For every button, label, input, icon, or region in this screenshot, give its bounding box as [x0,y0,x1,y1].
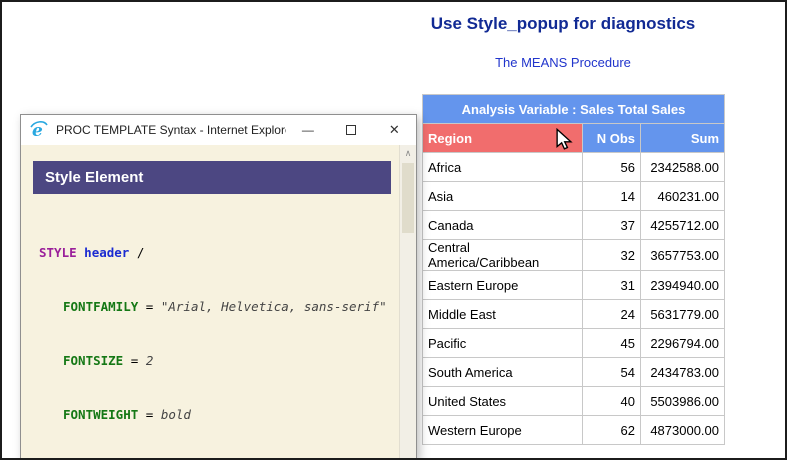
column-header-nobs[interactable]: N Obs [582,123,641,153]
style-keyword: STYLE [39,245,77,260]
table-row: Middle East 24 5631779.00 [422,299,725,329]
attr-name: FONTFAMILY [63,299,139,314]
nobs-cell: 37 [582,210,641,240]
minimize-button[interactable]: — [286,115,329,145]
region-cell: Central America/Caribbean [422,239,583,271]
code-line: STYLE header / [39,244,399,262]
attr-value: "Arial, Helvetica, sans-serif" [160,299,387,314]
code-line: FONTSIZE = 2 [39,352,399,370]
equals-token: = [145,407,154,422]
table-row: Pacific 45 2296794.00 [422,328,725,358]
region-cell: Eastern Europe [422,270,583,300]
popup-content: Style Element STYLE header / FONTFAMILY … [21,145,416,458]
browser-page: Use Style_popup for diagnostics The MEAN… [0,0,787,460]
analysis-variable-header: Analysis Variable : Sales Total Sales [422,94,725,124]
chevron-up-icon: ∧ [404,148,412,158]
table-row: Africa 56 2342588.00 [422,152,725,182]
sum-cell: 5631779.00 [640,299,725,329]
nobs-cell: 31 [582,270,641,300]
nobs-cell: 40 [582,386,641,416]
nobs-cell: 54 [582,357,641,387]
sum-cell: 5503986.00 [640,386,725,416]
region-cell: Asia [422,181,583,211]
region-cell: Western Europe [422,415,583,445]
region-cell: Pacific [422,328,583,358]
popup-window-title: PROC TEMPLATE Syntax - Internet Explorer [56,123,287,137]
popup-title-bar[interactable]: e PROC TEMPLATE Syntax - Internet Explor… [21,115,416,145]
sum-cell: 2394940.00 [640,270,725,300]
sum-cell: 4255712.00 [640,210,725,240]
column-header-sum[interactable]: Sum [640,123,725,153]
code-block: STYLE header / FONTFAMILY = "Arial, Helv… [39,208,399,458]
attr-name: FONTSIZE [63,353,124,368]
region-cell: Middle East [422,299,583,329]
maximize-button[interactable] [330,115,373,145]
table-row: Central America/Caribbean 32 3657753.00 [422,239,725,271]
region-cell: South America [422,357,583,387]
nobs-cell: 45 [582,328,641,358]
style-element-header: Style Element [33,161,391,194]
sum-cell: 4873000.00 [640,415,725,445]
close-button[interactable]: ✕ [373,115,416,145]
table-row: United States 40 5503986.00 [422,386,725,416]
region-cell: United States [422,386,583,416]
attr-value: 2 [145,353,154,368]
table-row: Eastern Europe 31 2394940.00 [422,270,725,300]
scrollbar-up-button[interactable]: ∧ [400,145,416,162]
region-cell: Africa [422,152,583,182]
nobs-cell: 32 [582,239,641,271]
equals-token: = [130,353,139,368]
table-row: Western Europe 62 4873000.00 [422,415,725,445]
slash-token: / [136,245,145,260]
close-icon: ✕ [388,122,400,137]
popup-window: e PROC TEMPLATE Syntax - Internet Explor… [20,114,417,458]
scrollbar[interactable]: ∧ [399,145,416,458]
attr-value: bold [160,407,191,422]
code-line: FONTFAMILY = "Arial, Helvetica, sans-ser… [39,298,399,316]
cursor-icon [556,128,573,150]
equals-token: = [145,299,154,314]
table-title-row: Analysis Variable : Sales Total Sales [422,94,725,124]
element-name: header [84,245,130,260]
procedure-title: The MEANS Procedure [495,55,631,70]
scrollbar-thumb[interactable] [402,163,414,233]
attr-name: FONTWEIGHT [63,407,139,422]
nobs-cell: 14 [582,181,641,211]
table-row: South America 54 2434783.00 [422,357,725,387]
sum-cell: 2342588.00 [640,152,725,182]
sum-cell: 2434783.00 [640,357,725,387]
sum-cell: 460231.00 [640,181,725,211]
code-line: FONTWEIGHT = bold [39,406,399,424]
page-title: Use Style_popup for diagnostics [430,14,696,33]
table-row: Asia 14 460231.00 [422,181,725,211]
internet-explorer-icon: e [30,121,48,140]
nobs-cell: 62 [582,415,641,445]
sum-cell: 2296794.00 [640,328,725,358]
region-cell: Canada [422,210,583,240]
sum-cell: 3657753.00 [640,239,725,271]
maximize-icon [346,125,357,135]
nobs-cell: 24 [582,299,641,329]
nobs-cell: 56 [582,152,641,182]
minimize-icon: — [301,123,314,137]
table-row: Canada 37 4255712.00 [422,210,725,240]
